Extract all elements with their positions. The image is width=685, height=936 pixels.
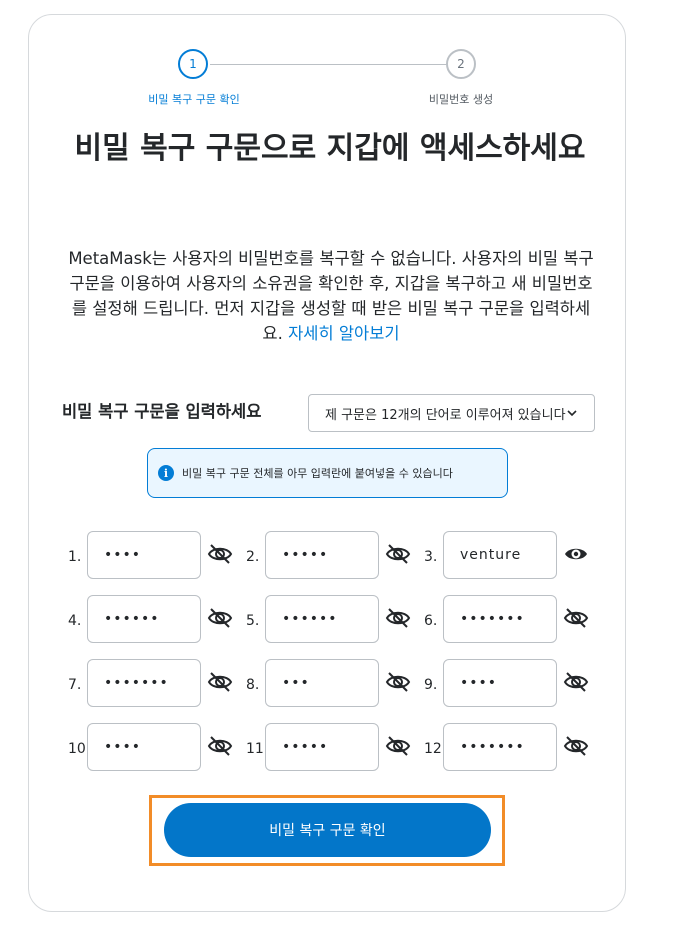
step-1-label: 비밀 복구 구문 확인 bbox=[148, 93, 240, 106]
word-input-6[interactable]: ••••••• bbox=[443, 595, 557, 643]
word-input-7[interactable]: ••••••• bbox=[87, 659, 201, 707]
srp-word-1: 1. •••• bbox=[68, 531, 248, 591]
eye-slash-icon[interactable] bbox=[207, 607, 233, 629]
word-input-10[interactable]: •••• bbox=[87, 723, 201, 771]
srp-word-12: 12. ••••••• bbox=[424, 723, 604, 783]
word-number: 6. bbox=[424, 613, 438, 629]
word-number: 1. bbox=[68, 549, 82, 565]
info-icon: i bbox=[158, 465, 174, 481]
word-number: 8. bbox=[246, 677, 260, 693]
eye-slash-icon[interactable] bbox=[563, 735, 589, 757]
srp-word-2: 2. ••••• bbox=[246, 531, 426, 591]
step-2-label: 비밀번호 생성 bbox=[428, 93, 494, 106]
srp-label: 비밀 복구 구문을 입력하세요 bbox=[62, 402, 262, 421]
srp-word-4: 4. •••••• bbox=[68, 595, 248, 655]
srp-word-11: 11. ••••• bbox=[246, 723, 426, 783]
srp-word-8: 8. ••• bbox=[246, 659, 426, 719]
srp-word-3: 3. venture bbox=[424, 531, 604, 591]
step-2-indicator: 2 bbox=[446, 49, 476, 79]
srp-word-6: 6. ••••••• bbox=[424, 595, 604, 655]
eye-icon[interactable] bbox=[563, 543, 589, 565]
word-input-9[interactable]: •••• bbox=[443, 659, 557, 707]
eye-slash-icon[interactable] bbox=[563, 607, 589, 629]
eye-slash-icon[interactable] bbox=[385, 607, 411, 629]
eye-slash-icon[interactable] bbox=[207, 671, 233, 693]
eye-slash-icon[interactable] bbox=[207, 735, 233, 757]
word-number: 2. bbox=[246, 549, 260, 565]
eye-slash-icon[interactable] bbox=[385, 543, 411, 565]
eye-slash-icon[interactable] bbox=[385, 671, 411, 693]
word-input-11[interactable]: ••••• bbox=[265, 723, 379, 771]
dropdown-value: 제 구문은 12개의 단어로 이루어져 있습니다 bbox=[325, 407, 566, 423]
paste-notice: i 비밀 복구 구문 전체를 아무 입력란에 붙여넣을 수 있습니다 bbox=[147, 448, 508, 498]
word-input-8[interactable]: ••• bbox=[265, 659, 379, 707]
srp-word-9: 9. •••• bbox=[424, 659, 604, 719]
chevron-down-icon bbox=[566, 403, 578, 427]
word-number: 5. bbox=[246, 613, 260, 629]
phrase-length-dropdown[interactable]: 제 구문은 12개의 단어로 이루어져 있습니다 bbox=[308, 394, 595, 432]
word-input-4[interactable]: •••••• bbox=[87, 595, 201, 643]
eye-slash-icon[interactable] bbox=[563, 671, 589, 693]
word-number: 4. bbox=[68, 613, 82, 629]
page-description: MetaMask는 사용자의 비밀번호를 복구할 수 없습니다. 사용자의 비밀… bbox=[62, 246, 600, 346]
notice-text: 비밀 복구 구문 전체를 아무 입력란에 붙여넣을 수 있습니다 bbox=[182, 467, 453, 480]
word-input-3[interactable]: venture bbox=[443, 531, 557, 579]
highlight-box bbox=[149, 795, 505, 866]
eye-slash-icon[interactable] bbox=[385, 735, 411, 757]
page-title: 비밀 복구 구문으로 지갑에 액세스하세요 bbox=[74, 131, 586, 166]
srp-word-7: 7. ••••••• bbox=[68, 659, 248, 719]
word-number: 3. bbox=[424, 549, 438, 565]
word-input-2[interactable]: ••••• bbox=[265, 531, 379, 579]
srp-word-5: 5. •••••• bbox=[246, 595, 426, 655]
word-number: 9. bbox=[424, 677, 438, 693]
eye-slash-icon[interactable] bbox=[207, 543, 233, 565]
word-input-1[interactable]: •••• bbox=[87, 531, 201, 579]
word-input-5[interactable]: •••••• bbox=[265, 595, 379, 643]
step-1-indicator: 1 bbox=[178, 49, 208, 79]
stepper-line bbox=[210, 64, 453, 65]
srp-word-10: 10. •••• bbox=[68, 723, 248, 783]
word-input-12[interactable]: ••••••• bbox=[443, 723, 557, 771]
learn-more-link[interactable]: 자세히 알아보기 bbox=[288, 324, 400, 343]
word-number: 7. bbox=[68, 677, 82, 693]
